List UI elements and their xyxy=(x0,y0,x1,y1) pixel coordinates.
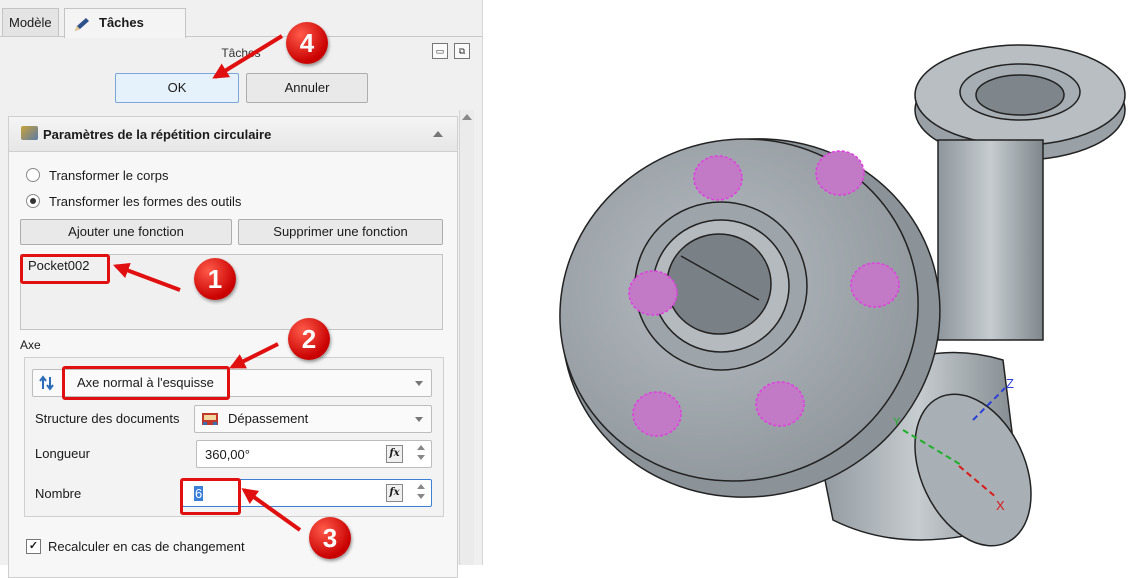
badge-4: 4 xyxy=(286,22,328,64)
axis-y-label: Y xyxy=(893,416,901,428)
3d-viewport[interactable]: Z Y X xyxy=(483,0,1137,565)
badge-3: 3 xyxy=(309,517,351,559)
axis-x-label: X xyxy=(996,498,1005,513)
badge-2: 2 xyxy=(288,318,330,360)
axis-z-label: Z xyxy=(1006,376,1014,391)
flange-model: Z Y X xyxy=(559,44,1126,547)
badge-1: 1 xyxy=(194,258,236,300)
annotation-arrows xyxy=(113,34,302,532)
